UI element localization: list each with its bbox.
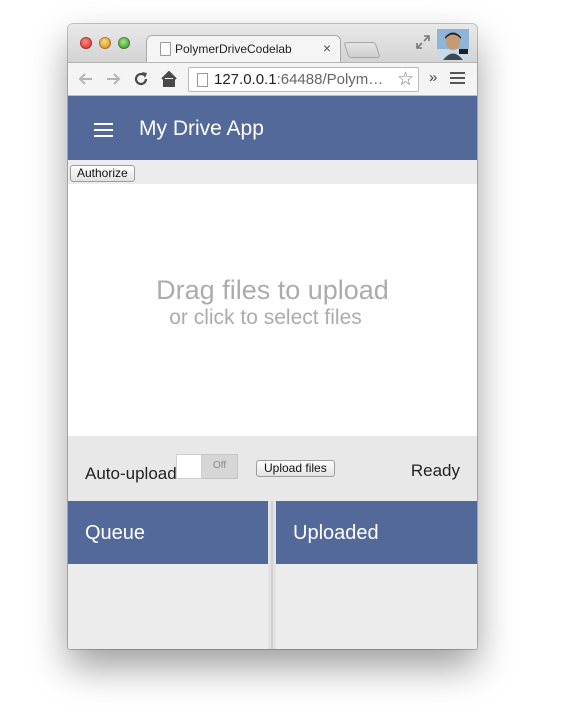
browser-tab[interactable]: PolymerDriveCodelab × [146,35,341,62]
queue-title: Queue [85,522,146,544]
minimize-window-button[interactable] [99,37,111,49]
auto-upload-label: Auto-upload [85,464,177,483]
url-host: 127.0.0.1 [214,71,277,88]
menu-icon[interactable] [450,72,465,86]
app-header: My Drive App [68,96,477,160]
fullscreen-icon[interactable] [415,34,431,50]
maximize-window-button[interactable] [118,37,130,49]
address-bar[interactable]: 127.0.0.1:64488/Polym… ☆ [188,67,419,92]
status-text: Ready [410,461,460,480]
drop-zone-sub-text: or click to select files [169,306,362,329]
upload-files-button[interactable]: Upload files [256,460,335,477]
queue-panel-header: Queue [68,501,268,564]
browser-window: PolymerDriveCodelab × 127.0.0.1:64488/Po… [68,24,477,649]
divider-line [271,501,273,649]
tab-title: PolymerDriveCodelab [175,42,292,56]
page-icon [197,73,208,87]
file-drop-zone[interactable]: Drag files to upload or click to select … [68,184,477,436]
toggle-knob[interactable] [176,454,202,479]
page-icon [160,42,171,56]
home-icon[interactable] [160,70,178,88]
forward-icon[interactable] [104,70,122,88]
uploaded-panel-header: Uploaded [276,501,477,564]
close-tab-icon[interactable]: × [323,40,331,56]
auto-upload-toggle[interactable]: Off [176,454,238,479]
upload-controls: Auto-upload Off Upload files Ready [68,436,477,501]
close-window-button[interactable] [80,37,92,49]
hamburger-menu-icon[interactable] [94,123,113,137]
title-bar: PolymerDriveCodelab × [68,24,477,62]
toggle-state-text: Off [213,460,227,471]
drop-zone-main-text: Drag files to upload [156,275,389,305]
star-icon[interactable]: ☆ [397,69,414,90]
new-tab-button[interactable] [343,42,381,58]
stage: PolymerDriveCodelab × 127.0.0.1:64488/Po… [0,0,563,711]
url-rest: :64488/Polym… [276,71,384,88]
uploaded-panel: Uploaded [276,501,477,649]
browser-toolbar: 127.0.0.1:64488/Polym… ☆ » [68,62,477,96]
uploaded-title: Uploaded [293,522,379,544]
back-icon[interactable] [77,70,95,88]
app-title: My Drive App [139,117,264,140]
queue-panel: Queue [68,501,268,649]
authorize-button[interactable]: Authorize [70,165,135,182]
panel-divider[interactable] [268,501,276,649]
url-text: 127.0.0.1:64488/Polym… [214,71,383,88]
avatar[interactable] [437,29,469,60]
extensions-overflow-icon[interactable]: » [429,69,437,86]
reload-icon[interactable] [132,70,150,88]
